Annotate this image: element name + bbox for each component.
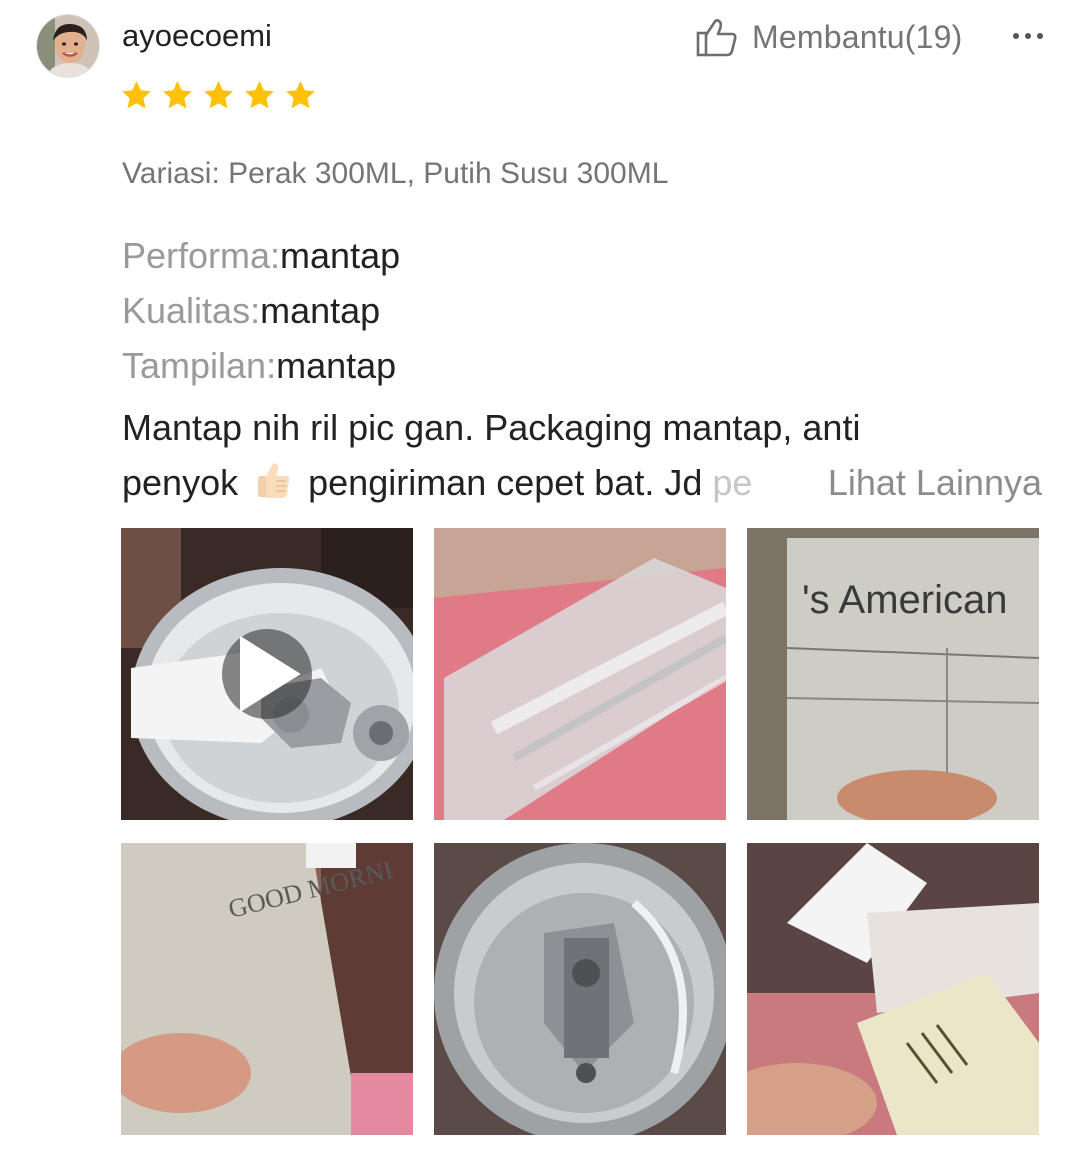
- review-photo[interactable]: 's American: [747, 528, 1039, 820]
- attribute-value: mantap: [260, 290, 381, 331]
- review-photo[interactable]: [434, 843, 726, 1135]
- review-photo[interactable]: [747, 843, 1039, 1135]
- star-icon: [245, 81, 274, 109]
- attribute-value: mantap: [276, 345, 397, 386]
- attribute-row: Performa:mantap: [122, 228, 400, 283]
- username[interactable]: ayoecoemi: [122, 16, 272, 56]
- star-icon: [286, 81, 315, 109]
- attribute-key: Tampilan:: [122, 345, 277, 386]
- review-photo[interactable]: [434, 528, 726, 820]
- review-photo[interactable]: GOOD MORNI: [121, 843, 413, 1135]
- comment-text: pengiriman cepet bat. Jd: [308, 462, 713, 503]
- review-attributes: Performa:mantap Kualitas:mantap Tampilan…: [122, 228, 400, 393]
- thumbs-up-icon: [696, 19, 737, 57]
- comment-line: Mantap nih ril pic gan. Packaging mantap…: [122, 407, 861, 448]
- avatar-image: [37, 15, 99, 77]
- review-photo-image: [747, 843, 1039, 1135]
- helpful-button[interactable]: Membantu(19): [696, 16, 963, 58]
- review-video-thumbnail[interactable]: [121, 528, 413, 820]
- play-icon: [240, 635, 301, 713]
- attribute-row: Tampilan:mantap: [122, 338, 400, 393]
- review-media-grid: 's American GOOD MORNI: [121, 528, 1040, 1135]
- thumbs-up-emoji-icon: [258, 463, 290, 498]
- review-photo-image: [434, 528, 726, 820]
- see-more-link[interactable]: Lihat Lainnya: [805, 455, 1042, 510]
- more-options-icon[interactable]: [1010, 22, 1046, 50]
- review-comment: Mantap nih ril pic gan. Packaging mantap…: [122, 400, 1042, 510]
- review-photo-image: 's American: [747, 528, 1039, 820]
- attribute-value: mantap: [280, 235, 401, 276]
- variation-text: Variasi: Perak 300ML, Putih Susu 300ML: [122, 157, 669, 190]
- attribute-key: Performa:: [122, 235, 281, 276]
- star-rating: [120, 79, 317, 112]
- review-photo-image: GOOD MORNI: [121, 843, 413, 1135]
- review-photo-image: [434, 843, 726, 1135]
- attribute-key: Kualitas:: [122, 290, 261, 331]
- comment-faded-text: pe: [712, 462, 753, 503]
- play-button[interactable]: [222, 629, 312, 719]
- star-icon: [163, 81, 192, 109]
- photo-label-text: 's American: [802, 578, 1008, 622]
- helpful-count-label: Membantu(19): [752, 18, 963, 55]
- attribute-row: Kualitas:mantap: [122, 283, 400, 338]
- product-review: ayoecoemi Membantu(19) Variasi: Perak 30…: [0, 0, 1080, 1154]
- star-icon: [122, 81, 151, 109]
- user-avatar[interactable]: [36, 14, 100, 78]
- star-icon: [204, 81, 233, 109]
- comment-line: penyok pengiriman cepet bat. Jd pe Lihat…: [122, 455, 1042, 510]
- comment-text: penyok: [122, 462, 239, 503]
